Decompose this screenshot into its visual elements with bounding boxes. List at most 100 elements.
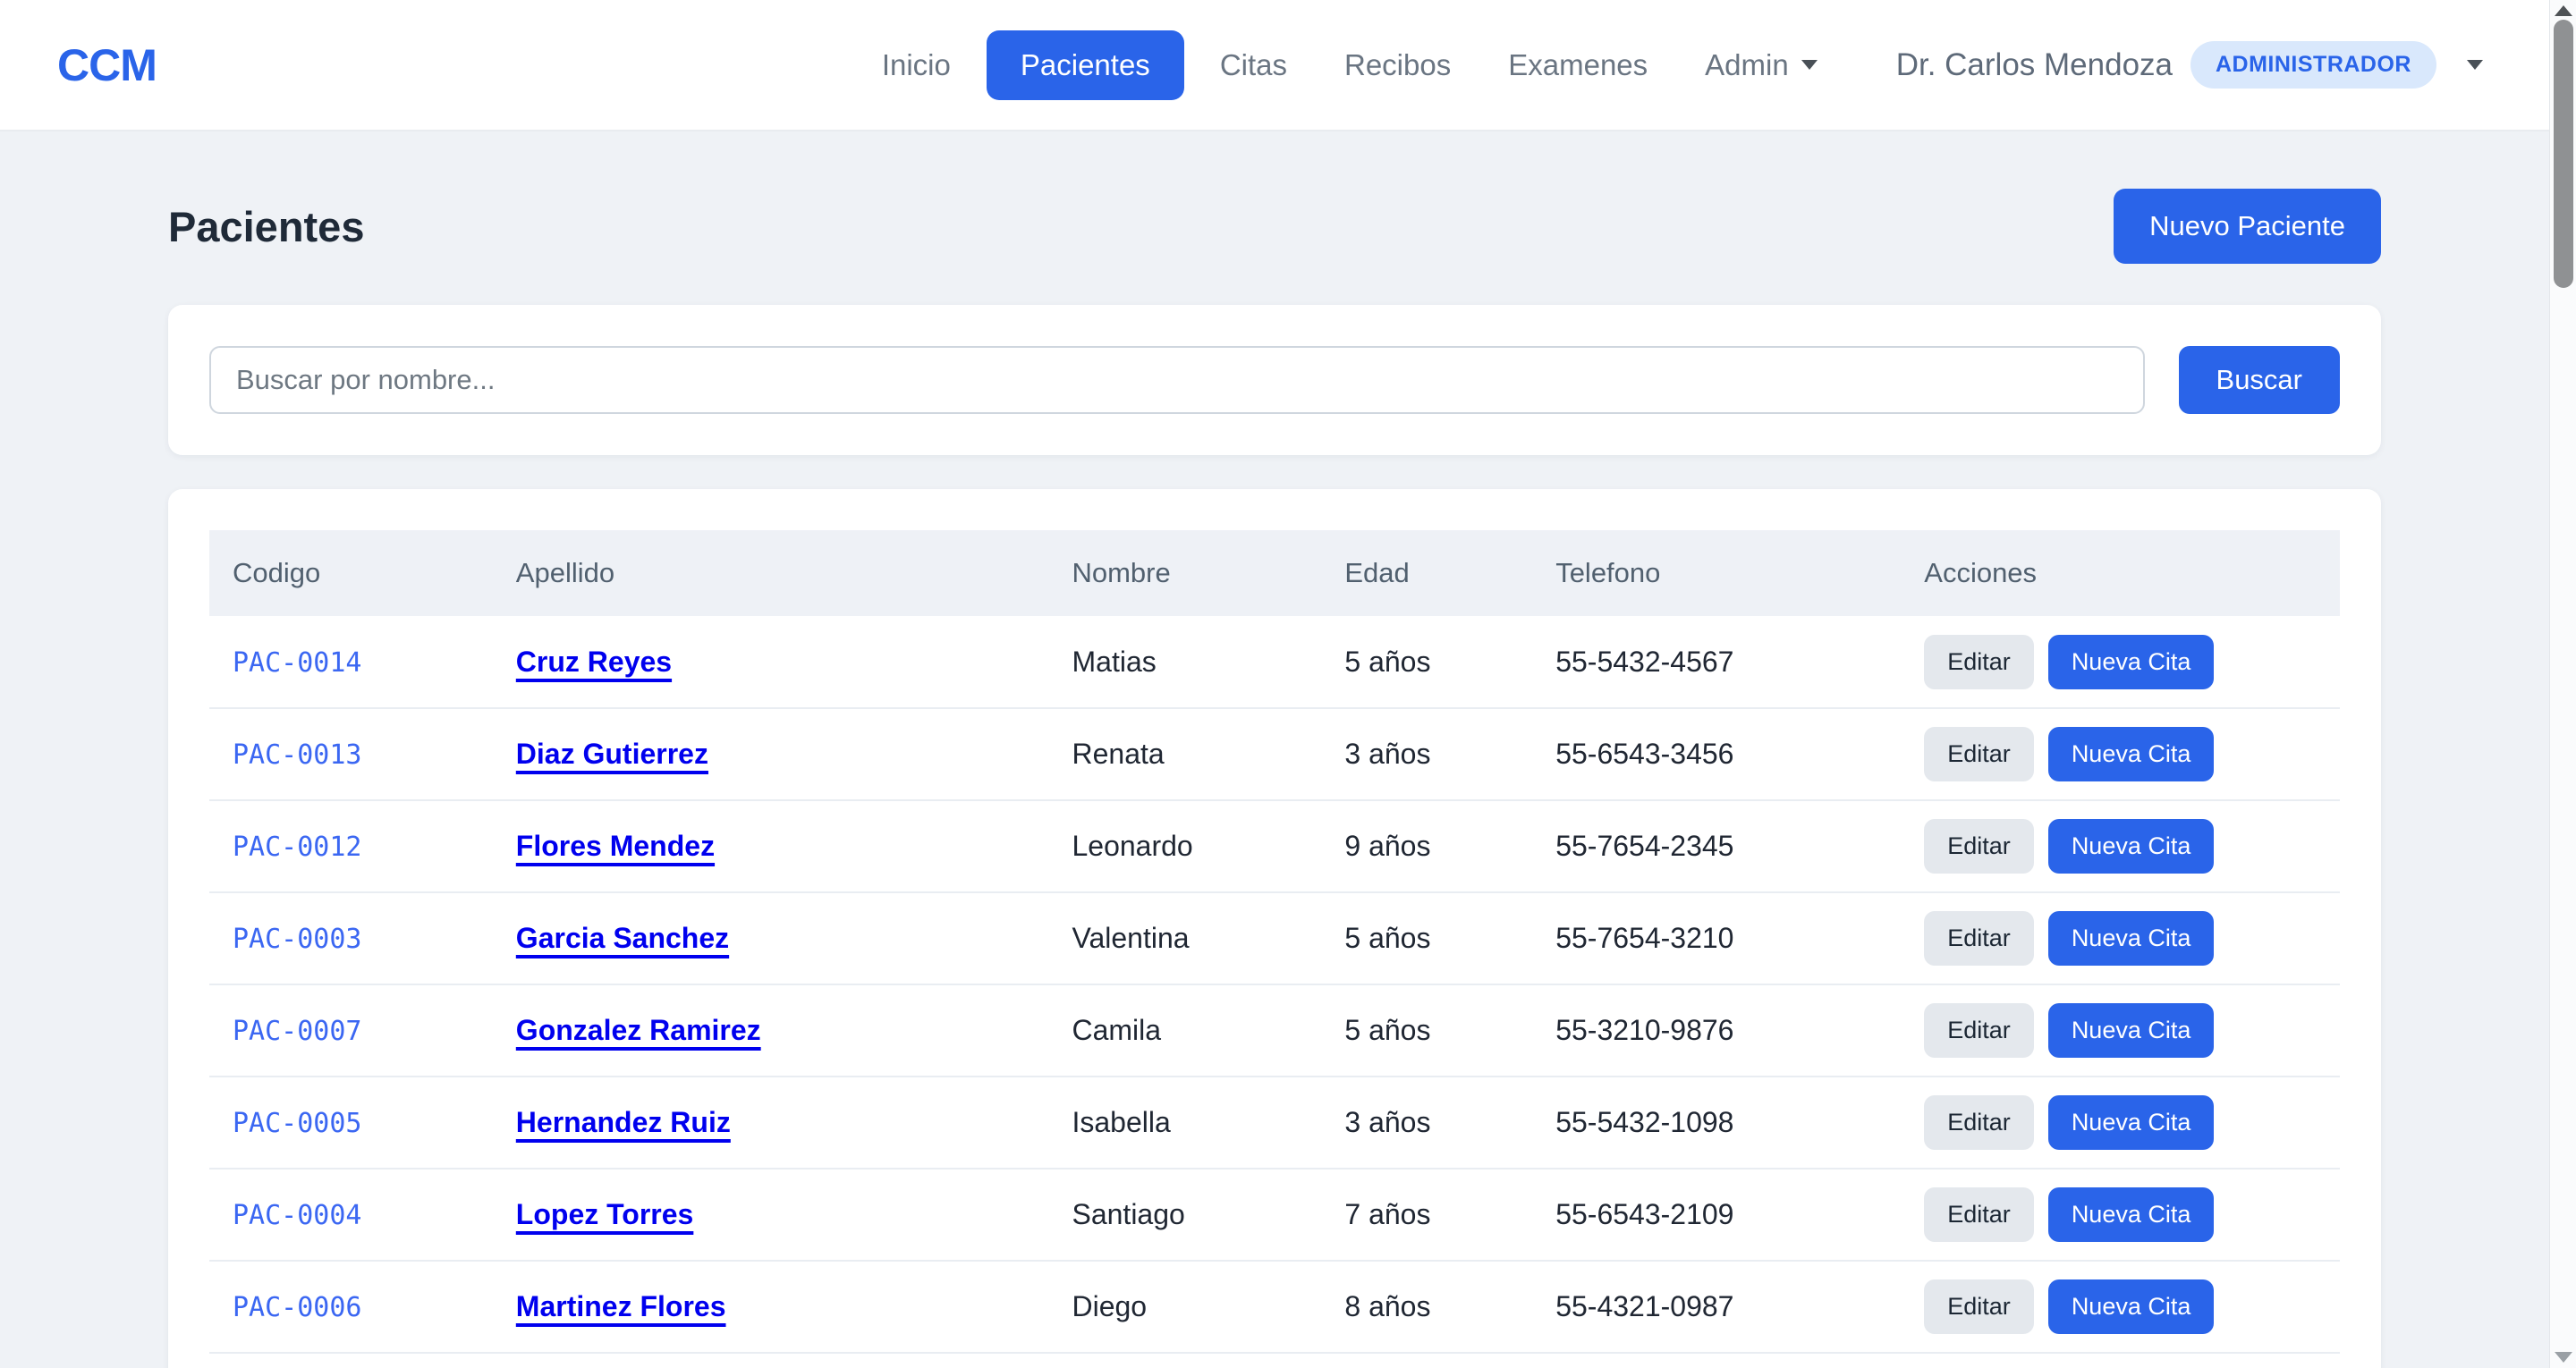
page-title: Pacientes bbox=[168, 202, 364, 251]
row-actions: Editar Nueva Cita bbox=[1924, 1187, 2317, 1242]
patient-phone: 55-7654-2345 bbox=[1555, 830, 1733, 862]
nav-item-pacientes[interactable]: Pacientes bbox=[987, 30, 1184, 100]
patient-lastname-link[interactable]: Gonzalez Ramirez bbox=[516, 1014, 761, 1046]
table-row: PAC-0003 Garcia Sanchez Valentina 5 años… bbox=[209, 892, 2340, 984]
chevron-down-icon bbox=[1801, 60, 1818, 70]
new-appointment-button[interactable]: Nueva Cita bbox=[2048, 727, 2215, 781]
nav-item-citas[interactable]: Citas bbox=[1191, 32, 1316, 98]
main-content: Pacientes Nuevo Paciente Buscar CodigoAp… bbox=[168, 189, 2381, 1368]
row-actions: Editar Nueva Cita bbox=[1924, 1003, 2317, 1058]
row-actions: Editar Nueva Cita bbox=[1924, 635, 2317, 689]
patient-firstname: Isabella bbox=[1072, 1106, 1170, 1138]
patient-code: PAC-0007 bbox=[233, 1016, 362, 1047]
row-actions: Editar Nueva Cita bbox=[1924, 727, 2317, 781]
vertical-scrollbar[interactable] bbox=[2549, 0, 2576, 1368]
new-appointment-button[interactable]: Nueva Cita bbox=[2048, 819, 2215, 874]
new-patient-button[interactable]: Nuevo Paciente bbox=[2114, 189, 2381, 264]
patient-code: PAC-0005 bbox=[233, 1108, 362, 1139]
edit-button[interactable]: Editar bbox=[1924, 1003, 2034, 1058]
patient-phone: 55-6543-3456 bbox=[1555, 738, 1733, 770]
patient-firstname: Diego bbox=[1072, 1290, 1147, 1322]
nav-item-admin[interactable]: Admin bbox=[1676, 32, 1846, 98]
edit-button[interactable]: Editar bbox=[1924, 635, 2034, 689]
edit-button[interactable]: Editar bbox=[1924, 1095, 2034, 1150]
main-nav: InicioPacientesCitasRecibosExamenesAdmin bbox=[853, 30, 1846, 100]
patient-code: PAC-0012 bbox=[233, 832, 362, 863]
patient-phone: 55-6543-2109 bbox=[1555, 1198, 1733, 1230]
patient-lastname-link[interactable]: Hernandez Ruiz bbox=[516, 1106, 731, 1138]
patient-age: 5 años bbox=[1344, 922, 1430, 954]
nav-item-recibos[interactable]: Recibos bbox=[1316, 32, 1479, 98]
scroll-up-arrow-icon[interactable] bbox=[2555, 5, 2572, 16]
patient-firstname: Renata bbox=[1072, 738, 1164, 770]
scrollbar-thumb[interactable] bbox=[2554, 20, 2573, 288]
patient-code: PAC-0013 bbox=[233, 739, 362, 771]
edit-button[interactable]: Editar bbox=[1924, 1187, 2034, 1242]
patient-age: 9 años bbox=[1344, 830, 1430, 862]
patient-firstname: Leonardo bbox=[1072, 830, 1192, 862]
table-row: Editar Nueva Cita bbox=[209, 1353, 2340, 1368]
patient-code: PAC-0004 bbox=[233, 1200, 362, 1231]
new-appointment-button[interactable]: Nueva Cita bbox=[2048, 1003, 2215, 1058]
new-appointment-button[interactable]: Nueva Cita bbox=[2048, 1095, 2215, 1150]
patient-phone: 55-7654-3210 bbox=[1555, 922, 1733, 954]
search-button[interactable]: Buscar bbox=[2179, 346, 2340, 414]
new-appointment-button[interactable]: Nueva Cita bbox=[2048, 1187, 2215, 1242]
table-row: PAC-0013 Diaz Gutierrez Renata 3 años 55… bbox=[209, 708, 2340, 800]
patient-lastname-link[interactable]: Martinez Flores bbox=[516, 1290, 726, 1322]
new-appointment-button[interactable]: Nueva Cita bbox=[2048, 911, 2215, 966]
patient-firstname: Matias bbox=[1072, 646, 1156, 678]
top-navbar: CCM InicioPacientesCitasRecibosExamenesA… bbox=[0, 0, 2576, 131]
patient-age: 3 años bbox=[1344, 738, 1430, 770]
patient-lastname-link[interactable]: Diaz Gutierrez bbox=[516, 738, 708, 770]
column-header-codigo: Codigo bbox=[209, 530, 493, 616]
search-card: Buscar bbox=[168, 305, 2381, 455]
patient-firstname: Valentina bbox=[1072, 922, 1189, 954]
new-appointment-button[interactable]: Nueva Cita bbox=[2048, 635, 2215, 689]
patient-lastname-link[interactable]: Lopez Torres bbox=[516, 1198, 694, 1230]
column-header-acciones: Acciones bbox=[1901, 530, 2340, 616]
scroll-down-arrow-icon[interactable] bbox=[2555, 1352, 2572, 1363]
column-header-telefono: Telefono bbox=[1532, 530, 1901, 616]
column-header-nombre: Nombre bbox=[1048, 530, 1321, 616]
patient-phone: 55-4321-0987 bbox=[1555, 1290, 1733, 1322]
patient-phone: 55-3210-9876 bbox=[1555, 1014, 1733, 1046]
row-actions: Editar Nueva Cita bbox=[1924, 911, 2317, 966]
column-header-apellido: Apellido bbox=[493, 530, 1049, 616]
user-role-badge: ADMINISTRADOR bbox=[2190, 41, 2436, 89]
patient-phone: 55-5432-4567 bbox=[1555, 646, 1733, 678]
patient-age: 5 años bbox=[1344, 646, 1430, 678]
patient-lastname-link[interactable]: Flores Mendez bbox=[516, 830, 715, 862]
edit-button[interactable]: Editar bbox=[1924, 819, 2034, 874]
user-name: Dr. Carlos Mendoza bbox=[1896, 47, 2173, 83]
nav-item-examenes[interactable]: Examenes bbox=[1479, 32, 1676, 98]
patient-age: 5 años bbox=[1344, 1014, 1430, 1046]
brand-logo[interactable]: CCM bbox=[57, 39, 157, 91]
search-input[interactable] bbox=[209, 346, 2145, 414]
patient-lastname-link[interactable]: Cruz Reyes bbox=[516, 646, 672, 678]
patient-code: PAC-0014 bbox=[233, 647, 362, 679]
table-row: PAC-0014 Cruz Reyes Matias 5 años 55-543… bbox=[209, 616, 2340, 708]
column-header-edad: Edad bbox=[1321, 530, 1532, 616]
table-row: PAC-0005 Hernandez Ruiz Isabella 3 años … bbox=[209, 1077, 2340, 1169]
nav-item-inicio[interactable]: Inicio bbox=[853, 32, 979, 98]
table-header-row: CodigoApellidoNombreEdadTelefonoAcciones bbox=[209, 530, 2340, 616]
page-header: Pacientes Nuevo Paciente bbox=[168, 189, 2381, 264]
edit-button[interactable]: Editar bbox=[1924, 727, 2034, 781]
patient-age: 3 años bbox=[1344, 1106, 1430, 1138]
row-actions: Editar Nueva Cita bbox=[1924, 1095, 2317, 1150]
table-row: PAC-0012 Flores Mendez Leonardo 9 años 5… bbox=[209, 800, 2340, 892]
patient-lastname-link[interactable]: Garcia Sanchez bbox=[516, 922, 729, 954]
user-menu[interactable]: Dr. Carlos Mendoza ADMINISTRADOR bbox=[1896, 41, 2483, 89]
edit-button[interactable]: Editar bbox=[1924, 911, 2034, 966]
chevron-down-icon bbox=[2467, 60, 2483, 70]
edit-button[interactable]: Editar bbox=[1924, 1279, 2034, 1334]
patient-firstname: Santiago bbox=[1072, 1198, 1184, 1230]
new-appointment-button[interactable]: Nueva Cita bbox=[2048, 1279, 2215, 1334]
patient-phone: 55-5432-1098 bbox=[1555, 1106, 1733, 1138]
patient-firstname: Camila bbox=[1072, 1014, 1161, 1046]
table-row: PAC-0007 Gonzalez Ramirez Camila 5 años … bbox=[209, 984, 2340, 1077]
table-row: PAC-0004 Lopez Torres Santiago 7 años 55… bbox=[209, 1169, 2340, 1261]
patient-age: 8 años bbox=[1344, 1290, 1430, 1322]
row-actions: Editar Nueva Cita bbox=[1924, 819, 2317, 874]
